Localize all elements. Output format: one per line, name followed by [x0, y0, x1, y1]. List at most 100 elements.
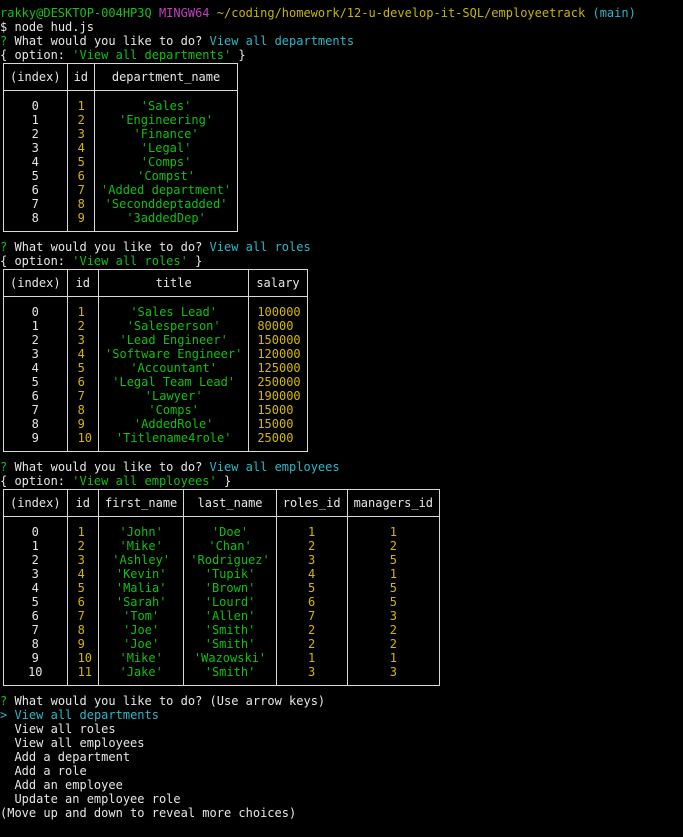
table-row: 6 7 'Tom' 'Allen' 7 3	[3, 609, 441, 623]
table-cell: 'Mike'	[98, 651, 185, 665]
menu-item-label: Add a role	[14, 764, 87, 778]
menu-item[interactable]: Add a role	[0, 764, 683, 778]
table-cell: 2	[346, 637, 441, 651]
table-cell: 1	[3, 319, 68, 333]
table-cell: 'Comps'	[94, 155, 239, 169]
table-cell: 'Sarah'	[98, 595, 185, 609]
menu-footer: (Move up and down to reveal more choices…	[0, 806, 297, 820]
table-cell: 2	[346, 539, 441, 553]
table-cell: 5	[66, 155, 96, 169]
table-cell: 3	[3, 141, 68, 155]
table-cell: 5	[346, 581, 441, 595]
table-cell: 0	[3, 296, 68, 319]
selection-menu: ? What would you like to do? (Use arrow …	[0, 694, 683, 820]
table-wrapper: (index) id first_name last_name roles_id mana…	[0, 489, 683, 686]
menu-item-label: Add a department	[14, 750, 131, 764]
option-suffix: }	[231, 48, 246, 62]
table-row: 5 6 'Compst'	[3, 169, 239, 183]
table-cell: 8	[3, 637, 68, 651]
table-row: 1 2 'Salesperson' 80000	[3, 319, 308, 333]
question-mark: ?	[0, 460, 8, 474]
menu-pointer: >	[0, 708, 8, 722]
table-row: 2 3 'Lead Engineer' 150000	[3, 333, 308, 347]
table-cell: 0	[3, 516, 68, 539]
table-cell: 'Seconddeptadded'	[94, 197, 239, 211]
table-cell: 'Joe'	[98, 637, 185, 651]
table-cell: 8	[66, 623, 100, 637]
table-cell: 4	[3, 155, 68, 169]
table-cell: 'Sales Lead'	[98, 296, 250, 319]
table-row: 2 3 'Ashley' 'Rodriguez' 3 5	[3, 553, 441, 567]
table-cell: 3	[66, 553, 100, 567]
table-cell: 4	[3, 581, 68, 595]
table-cell: 'Tupik'	[183, 567, 277, 581]
table-cell: 'Wazowski'	[183, 651, 277, 665]
table-row: 3 4 'Software Engineer' 120000	[3, 347, 308, 361]
table-cell: 'Accountant'	[98, 361, 250, 375]
menu-item[interactable]: View all roles	[0, 722, 683, 736]
table-cell: 'Legal Team Lead'	[98, 375, 250, 389]
table-cell: 11	[66, 665, 100, 686]
table-cell: 8	[66, 403, 100, 417]
menu-item[interactable]: Add a department	[0, 750, 683, 764]
question-mark: ?	[0, 694, 8, 708]
result-table: (index) id first_name last_name roles_id mana…	[3, 489, 441, 686]
table-cell: 2	[66, 539, 100, 553]
table-cell: 15000	[248, 403, 308, 417]
table-cell: 'Engineering'	[94, 113, 239, 127]
table-cell: 3	[346, 609, 441, 623]
prompt-user: rakky@DESKTOP-004HP3Q	[0, 6, 152, 20]
table-row: 0 1 'Sales Lead' 100000	[3, 296, 308, 319]
table-cell: 8	[3, 211, 68, 232]
menu-item[interactable]: Update an employee role	[0, 792, 683, 806]
table-cell: 80000	[248, 319, 308, 333]
table-cell: 8	[66, 197, 96, 211]
table-cell: 1	[275, 516, 348, 539]
menu-item-label: View all departments	[14, 708, 159, 722]
table-header-row: (index) id department_name	[3, 63, 239, 91]
table-cell: 'Ashley'	[98, 553, 185, 567]
table-row: 1 2 'Engineering'	[3, 113, 239, 127]
menu-item-label: Update an employee role	[14, 792, 181, 806]
option-prefix: { option:	[0, 474, 73, 488]
table-cell: 'Jake'	[98, 665, 185, 686]
table-cell: 190000	[248, 389, 308, 403]
question-line: ? What would you like to do? View all ro…	[0, 240, 683, 254]
menu-hint: (Use arrow keys)	[209, 694, 326, 708]
table-row: 10 11 'Jake' 'Smith' 3 3	[3, 665, 441, 686]
table-cell: 7	[3, 197, 68, 211]
menu-item[interactable]: View all employees	[0, 736, 683, 750]
menu-item[interactable]: Add an employee	[0, 778, 683, 792]
table-cell: 'John'	[98, 516, 185, 539]
table-row: 1 2 'Mike' 'Chan' 2 2	[3, 539, 441, 553]
table-cell: 6	[66, 595, 100, 609]
column-header: id	[66, 63, 96, 91]
table-cell: 1	[346, 651, 441, 665]
table-wrapper: (index) id title salary 0 1 'Sales Lead' 100000…	[0, 269, 683, 452]
table-cell: 9	[3, 431, 68, 452]
option-log-line: { option: 'View all departments' }	[0, 48, 683, 62]
table-cell: 'Allen'	[183, 609, 277, 623]
menu-item[interactable]: > View all departments	[0, 708, 683, 722]
table-row: 0 1 'John' 'Doe' 1 1	[3, 516, 441, 539]
table-cell: 1	[66, 516, 100, 539]
table-cell: 3	[3, 567, 68, 581]
table-cell: 6	[3, 609, 68, 623]
table-cell: 10	[3, 665, 68, 686]
option-value: 'View all roles'	[72, 254, 188, 268]
table-cell: 1	[66, 90, 96, 113]
table-cell: 7	[275, 609, 348, 623]
table-cell: 'Added department'	[94, 183, 239, 197]
menu-item-label: View all employees	[14, 736, 145, 750]
table-cell: 'Sales'	[94, 90, 239, 113]
column-header: (index)	[3, 269, 68, 297]
table-row: 9 10 'Titlename4role' 25000	[3, 431, 308, 452]
table-cell: 100000	[248, 296, 308, 319]
table-cell: 7	[66, 183, 96, 197]
table-cell: 2	[3, 333, 68, 347]
question-text: What would you like to do?	[14, 34, 203, 48]
question-line: ? What would you like to do? View all em…	[0, 460, 683, 474]
table-cell: 4	[275, 567, 348, 581]
table-row: 0 1 'Sales'	[3, 90, 239, 113]
table-cell: 9	[66, 417, 100, 431]
